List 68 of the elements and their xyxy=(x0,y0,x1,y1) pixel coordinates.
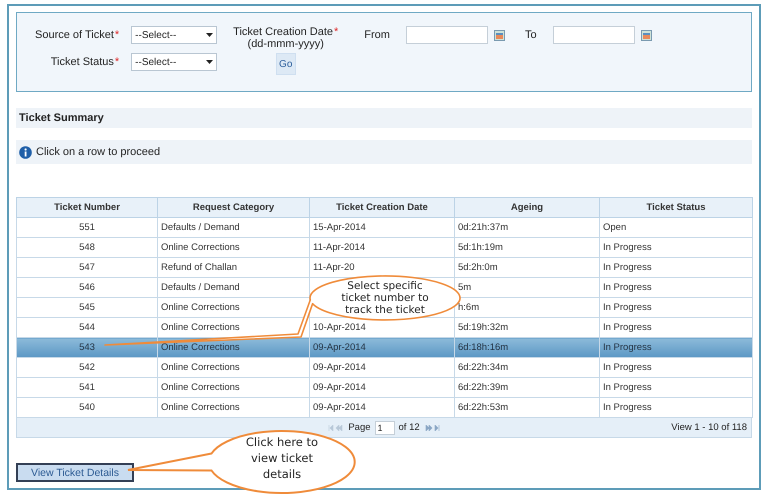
table-cell: In Progress xyxy=(600,338,752,358)
calendar-icon[interactable] xyxy=(640,30,652,40)
table-cell[interactable]: 543 xyxy=(16,338,158,358)
table-cell: Online Corrections xyxy=(158,378,310,398)
table-cell: Refund of Challan xyxy=(158,258,310,278)
table-cell: 09-Apr-2014 xyxy=(310,338,454,358)
table-cell: Online Corrections xyxy=(158,358,310,378)
required-mark: * xyxy=(114,28,120,43)
go-button[interactable]: Go xyxy=(276,54,295,74)
table-cell[interactable]: 551 xyxy=(16,218,158,238)
status-dropdown[interactable]: --Select-- xyxy=(131,53,218,71)
column-header[interactable]: Ageing xyxy=(454,198,600,218)
table-cell: In Progress xyxy=(600,258,752,278)
table-cell: In Progress xyxy=(600,238,752,258)
field-label: Source of Ticket xyxy=(35,28,114,43)
table-cell: Open xyxy=(600,218,752,238)
required-mark: * xyxy=(114,55,120,70)
from-label: From xyxy=(364,28,390,43)
table-cell: In Progress xyxy=(600,358,752,378)
column-header[interactable]: Ticket Creation Date xyxy=(310,198,454,218)
section-title: Ticket Summary xyxy=(19,112,104,124)
table-cell: 11-Apr-2014 xyxy=(310,238,454,258)
table-cell: Online Corrections xyxy=(158,238,310,258)
table-cell[interactable]: 541 xyxy=(16,378,158,398)
table-cell[interactable]: 545 xyxy=(16,298,158,318)
required-mark: * xyxy=(334,26,338,38)
to-label: To xyxy=(524,28,537,43)
table-cell: Defaults / Demand xyxy=(158,278,310,298)
table-cell: In Progress xyxy=(600,298,752,318)
calendar-icon[interactable] xyxy=(494,30,505,40)
table-cell: 0d:21h:37m xyxy=(454,218,600,238)
record-count: View 1 - 10 of 118 xyxy=(671,422,748,433)
table-cell[interactable]: 546 xyxy=(16,278,158,298)
callout-text: Click here to view ticket details xyxy=(244,434,320,482)
field-label: Ticket Creation Date xyxy=(233,26,334,38)
info-icon xyxy=(19,146,32,158)
table-cell: 09-Apr-2014 xyxy=(310,358,454,378)
table-cell: 6d:22h:34m xyxy=(454,358,600,378)
page-count: of 12 xyxy=(398,422,420,433)
page-number-field[interactable]: 1 xyxy=(374,420,395,434)
table-cell: 09-Apr-2014 xyxy=(310,378,454,398)
info-text: Click on a row to proceed xyxy=(36,146,160,158)
field-label: Ticket Status xyxy=(50,55,114,70)
first-prev-icon[interactable] xyxy=(328,424,344,430)
column-header[interactable]: Request Category xyxy=(158,198,310,218)
table-cell: In Progress xyxy=(600,278,752,298)
column-header[interactable]: Ticket Number xyxy=(16,198,158,218)
table-cell: 15-Apr-2014 xyxy=(310,218,454,238)
view-details-button[interactable]: View Ticket Details xyxy=(16,463,134,482)
caret-icon xyxy=(206,33,214,37)
next-last-icon[interactable] xyxy=(424,424,440,430)
callout-text: Select specific ticket number to track the ticket xyxy=(340,280,430,316)
table-cell: 6d:22h:39m xyxy=(454,378,600,398)
source-dropdown[interactable]: --Select-- xyxy=(131,26,218,44)
page-label: Page xyxy=(348,422,371,433)
table-cell: 5d:1h:19m xyxy=(454,238,600,258)
table-cell[interactable]: 548 xyxy=(16,238,158,258)
caret-icon xyxy=(206,60,214,64)
table-cell: In Progress xyxy=(600,378,752,398)
from-date-field[interactable] xyxy=(406,26,488,44)
to-date-field[interactable] xyxy=(552,26,635,44)
table-cell: 6d:18h:16m xyxy=(454,338,600,358)
table-cell[interactable]: 547 xyxy=(16,258,158,278)
table-cell: Defaults / Demand xyxy=(158,218,310,238)
table-cell: 5d:2h:0m xyxy=(454,258,600,278)
date-format-hint: (dd-mmm-yyyy) xyxy=(248,38,324,50)
column-header[interactable]: Ticket Status xyxy=(600,198,752,218)
table-cell[interactable]: 542 xyxy=(16,358,158,378)
